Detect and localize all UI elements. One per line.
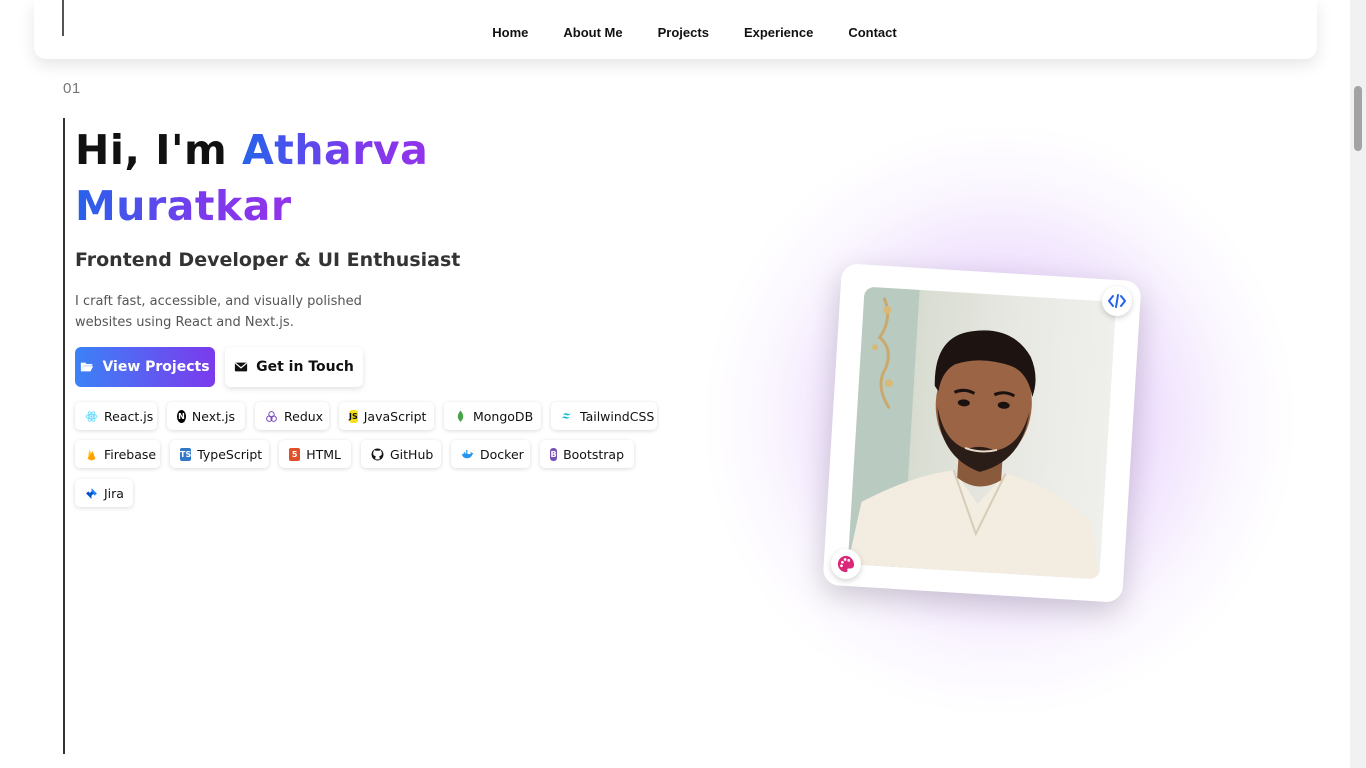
- skill-label: TailwindCSS: [580, 408, 655, 424]
- profile-photo: [847, 286, 1117, 580]
- skill-label: JavaScript: [363, 408, 427, 424]
- redux-icon: [265, 410, 278, 423]
- hero-subtitle: Frontend Developer & UI Enthusiast: [75, 249, 461, 271]
- github-icon: [371, 448, 384, 461]
- skill-chip-html: 5 HTML: [279, 440, 351, 468]
- skill-chip-jira: Jira: [75, 479, 133, 507]
- skill-label: HTML: [306, 446, 341, 462]
- nav-link-about[interactable]: About Me: [563, 25, 622, 40]
- typescript-icon: TS: [180, 447, 192, 461]
- section-number: 01: [63, 80, 81, 97]
- tailwind-icon: [561, 410, 574, 423]
- skill-chip-redux: Redux: [255, 402, 329, 430]
- section-divider-line: [63, 118, 65, 754]
- hero-greeting: Hi, I'm: [75, 126, 228, 174]
- skill-chip-docker: Docker: [451, 440, 530, 468]
- nav-link-home[interactable]: Home: [492, 25, 528, 40]
- hero-first-name: Atharva: [242, 126, 429, 174]
- palette-badge: [831, 549, 861, 579]
- hero-description: I craft fast, accessible, and visually p…: [75, 294, 362, 330]
- skill-chip-tailwind: TailwindCSS: [551, 402, 657, 430]
- javascript-icon: JS: [349, 409, 358, 423]
- view-projects-label: View Projects: [102, 359, 210, 375]
- skill-label: Docker: [480, 446, 524, 462]
- skill-chip-typescript: TS TypeScript: [170, 440, 269, 468]
- view-projects-button[interactable]: View Projects: [75, 347, 215, 387]
- react-icon: [85, 410, 98, 423]
- hero-last-name: Muratkar: [75, 182, 292, 230]
- skill-chip-javascript: JS JavaScript: [339, 402, 434, 430]
- skill-chip-react: React.js: [75, 402, 157, 430]
- mongodb-icon: [454, 410, 467, 423]
- code-badge: [1102, 286, 1132, 316]
- scrollbar-thumb[interactable]: [1354, 86, 1362, 151]
- skill-label: Firebase: [104, 446, 157, 462]
- skill-label: Next.js: [191, 408, 235, 424]
- code-icon: [1108, 294, 1126, 308]
- skill-chip-firebase: Firebase: [75, 440, 160, 468]
- jira-icon: [85, 487, 98, 500]
- html-icon: 5: [289, 447, 301, 461]
- nextjs-icon: N: [177, 409, 186, 423]
- skill-chip-github: GitHub: [361, 440, 441, 468]
- top-navbar: Home About Me Projects Experience Contac…: [34, 0, 1317, 59]
- skill-chip-bootstrap: B Bootstrap: [540, 440, 634, 468]
- nav-link-experience[interactable]: Experience: [744, 25, 813, 40]
- skill-label: React.js: [104, 408, 154, 424]
- skill-label: Jira: [104, 485, 124, 501]
- skill-label: Bootstrap: [563, 446, 624, 462]
- get-in-touch-label: Get in Touch: [256, 359, 354, 375]
- palette-icon: [837, 555, 855, 573]
- profile-photo-illustration: [847, 286, 1100, 580]
- nav-link-projects[interactable]: Projects: [658, 25, 709, 40]
- portrait-card: [822, 263, 1142, 603]
- bootstrap-icon: B: [550, 447, 558, 461]
- firebase-icon: [85, 448, 98, 461]
- nav-links: Home About Me Projects Experience Contac…: [34, 0, 1317, 64]
- docker-icon: [461, 448, 474, 461]
- skill-chip-mongodb: MongoDB: [444, 402, 541, 430]
- skill-label: MongoDB: [473, 408, 534, 424]
- get-in-touch-button[interactable]: Get in Touch: [225, 347, 363, 387]
- nav-link-contact[interactable]: Contact: [848, 25, 896, 40]
- folder-open-icon: [81, 362, 94, 372]
- skill-chip-nextjs: N Next.js: [167, 402, 245, 430]
- skill-label: GitHub: [390, 446, 434, 462]
- envelope-icon: [235, 362, 248, 372]
- page-scrollbar[interactable]: [1350, 0, 1366, 768]
- skill-label: TypeScript: [197, 446, 263, 462]
- hero-title: Hi, I'm Atharva Muratkar: [75, 122, 495, 234]
- skill-label: Redux: [284, 408, 324, 424]
